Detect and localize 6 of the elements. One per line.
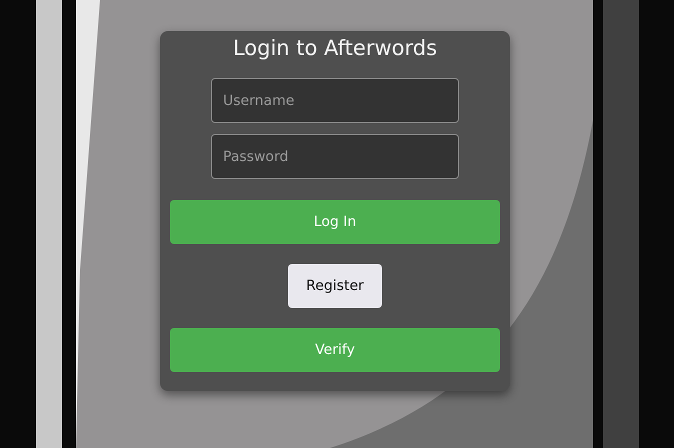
login-title: Login to Afterwords (232, 35, 438, 62)
password-field[interactable]: Password (211, 134, 459, 179)
login-button[interactable]: Log In (170, 200, 500, 244)
verify-button[interactable]: Verify (170, 328, 500, 372)
register-button[interactable]: Register (288, 264, 382, 308)
username-field[interactable]: Username (211, 78, 459, 123)
